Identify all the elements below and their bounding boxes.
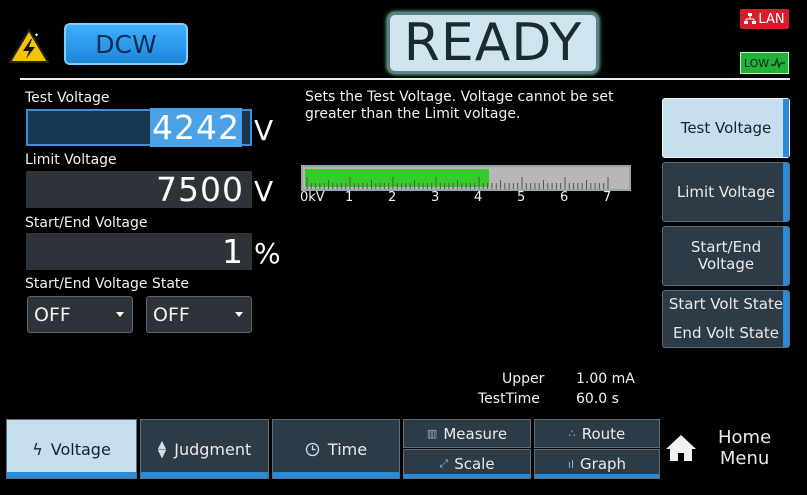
svg-text:✦: ✦ (34, 32, 39, 39)
start-state-dropdown[interactable]: OFF (27, 296, 133, 333)
scale-tick-label: 5 (517, 190, 526, 205)
tab-label: Judgment (174, 439, 252, 459)
tab-scale[interactable]: ⤢ Scale (403, 449, 531, 479)
limit-voltage-label: Limit Voltage (25, 152, 117, 168)
side-button-start-end-volt-state[interactable]: Start Volt State End Volt State (662, 290, 790, 348)
side-button-test-voltage[interactable]: Test Voltage (662, 98, 790, 158)
home-label-line2: Menu (719, 448, 770, 469)
side-button-label: Limit Voltage (676, 182, 776, 201)
tab-route[interactable]: ∴ Route (534, 419, 660, 448)
chevron-down-icon (116, 312, 124, 317)
lan-badge-label: LAN (758, 11, 785, 27)
test-voltage-value: 4242 (150, 108, 242, 147)
start-end-voltage-field[interactable]: 1 (26, 232, 252, 271)
scale-tick-label: 4 (474, 190, 483, 205)
tab-label: Scale (454, 455, 495, 473)
side-button-label-line1: Start/End (690, 238, 762, 256)
home-label-line1: Home (718, 427, 772, 448)
upper-label: Upper (502, 371, 545, 387)
header-divider (20, 78, 790, 80)
tab-label: Voltage (50, 439, 111, 459)
testtime-value: 60.0 s (576, 391, 619, 407)
scale-tick-label: 6 (560, 190, 569, 205)
status-display: READY (387, 12, 599, 74)
scale-tick-label: 1 (345, 190, 354, 205)
side-button-label: Test Voltage (680, 118, 772, 137)
mode-button[interactable]: DCW (64, 23, 188, 65)
tab-label: Time (327, 439, 368, 459)
tab-voltage[interactable]: ϟ Voltage (6, 419, 137, 479)
low-badge-label: LOW (743, 56, 770, 70)
lan-icon (744, 13, 757, 24)
testtime-label: TestTime (478, 391, 540, 407)
help-description: Sets the Test Voltage. Voltage cannot be… (305, 89, 614, 122)
high-voltage-warning-icon: ✦ (8, 28, 50, 63)
start-state-value: OFF (34, 303, 71, 326)
side-button-limit-voltage[interactable]: Limit Voltage (662, 162, 790, 222)
low-badge: LOW (740, 52, 789, 74)
end-state-value: OFF (153, 303, 190, 326)
side-button-label-line2: End Volt State (672, 324, 780, 342)
clock-icon (305, 442, 320, 456)
scale-tick-label: 3 (431, 190, 440, 205)
lan-badge: LAN (740, 9, 789, 29)
start-end-voltage-unit: % (254, 237, 281, 270)
bar-chart-icon: ▥ (426, 427, 438, 440)
home-menu-label: Home Menu (718, 427, 771, 469)
side-button-label-line1: Start Volt State (668, 295, 784, 313)
route-icon: ∴ (568, 427, 576, 440)
limit-voltage-unit: V (254, 175, 274, 208)
graph-icon: ıl (567, 457, 575, 471)
tab-label: Measure (443, 424, 508, 443)
tab-label: Graph (580, 455, 627, 473)
scale-icon: ⤢ (439, 457, 449, 470)
tab-graph[interactable]: ıl Graph (534, 449, 660, 479)
scale-tick-label: 0kV (300, 190, 325, 205)
limit-voltage-field[interactable]: 7500 (26, 170, 252, 209)
home-icon (666, 435, 696, 461)
upper-value: 1.00 mA (576, 371, 635, 387)
start-end-state-label: Start/End Voltage State (25, 276, 189, 292)
scale-tick-label: 2 (388, 190, 397, 205)
tab-label: Route (581, 424, 626, 443)
start-end-voltage-value: 1 (222, 232, 244, 271)
test-voltage-field[interactable]: 4242 (26, 108, 252, 147)
side-button-start-end-voltage[interactable]: Start/End Voltage (662, 226, 790, 286)
home-menu-button[interactable]: Home Menu (664, 420, 794, 476)
test-voltage-label: Test Voltage (25, 90, 110, 106)
side-button-label-line2: Voltage (697, 255, 755, 273)
end-state-dropdown[interactable]: OFF (146, 296, 252, 333)
tab-time[interactable]: Time (272, 419, 400, 479)
voltage-bar-ticks (306, 177, 609, 189)
voltage-bar (301, 165, 631, 191)
start-end-voltage-label: Start/End Voltage (25, 215, 148, 231)
limit-voltage-value: 7500 (156, 170, 244, 209)
lightning-icon: ϟ (32, 439, 43, 459)
tab-judgment[interactable]: ▲ ▼ Judgment (140, 419, 269, 479)
scale-tick-label: 7 (603, 190, 612, 205)
up-down-arrows-icon: ▲ ▼ (157, 438, 167, 460)
waveform-icon (771, 57, 786, 69)
chevron-down-icon (235, 312, 243, 317)
test-voltage-unit: V (254, 114, 274, 147)
tab-measure[interactable]: ▥ Measure (403, 419, 531, 448)
